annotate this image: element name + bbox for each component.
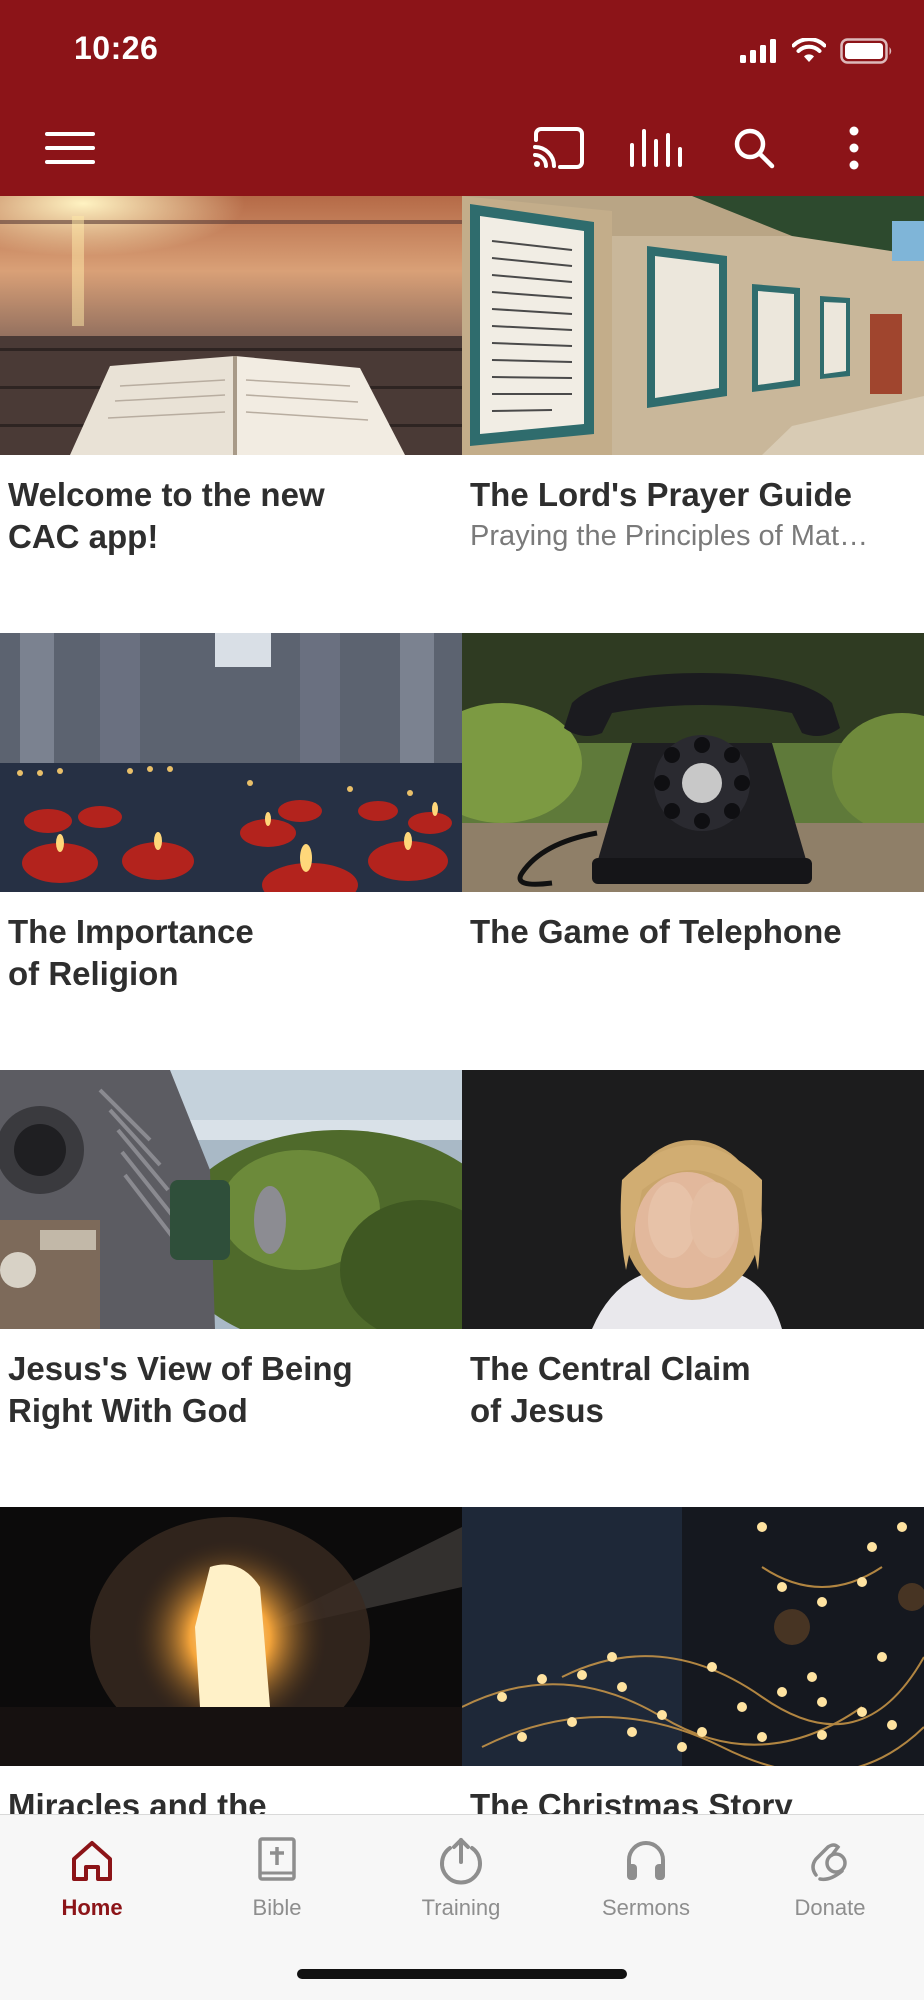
app-header: 10:26 <box>0 0 924 196</box>
cast-button[interactable] <box>528 118 588 178</box>
donate-icon <box>802 1833 858 1889</box>
tab-training[interactable]: Training <box>369 1815 553 1935</box>
more-options-button[interactable] <box>824 118 884 178</box>
tab-bible-label: Bible <box>252 1895 302 1920</box>
bible-icon <box>249 1833 305 1889</box>
wifi-icon <box>792 38 826 62</box>
status-time: 10:26 <box>74 30 159 66</box>
tab-donate[interactable]: Donate <box>738 1815 922 1935</box>
training-icon <box>433 1833 489 1889</box>
audio-button[interactable] <box>626 118 686 178</box>
headphones-icon <box>618 1833 674 1889</box>
more-vertical-icon <box>849 126 859 170</box>
card-image-rotary-telephone <box>462 633 924 892</box>
tab-bible[interactable]: Bible <box>185 1815 369 1935</box>
card-title: The Lord's Prayer Guide <box>470 476 852 513</box>
card-image-string-lights <box>462 1507 924 1766</box>
search-button[interactable] <box>724 118 784 178</box>
tab-donate-label: Donate <box>794 1895 866 1920</box>
tab-sermons[interactable]: Sermons <box>554 1815 738 1935</box>
search-icon <box>734 128 775 169</box>
card-title: The Importance of Religion <box>8 913 254 992</box>
cellular-signal-icon <box>740 39 776 63</box>
home-icon <box>64 1833 120 1889</box>
status-icons <box>740 36 894 66</box>
card-title: The Game of Telephone <box>470 913 842 950</box>
card-jesus-view[interactable]: Jesus's View of Being Right With God <box>0 1070 462 1507</box>
cast-icon <box>533 127 584 169</box>
hamburger-menu-icon <box>45 132 95 164</box>
tab-sermons-label: Sermons <box>601 1895 691 1920</box>
menu-button[interactable] <box>40 118 100 178</box>
card-welcome[interactable]: Welcome to the new CAC app! <box>0 196 462 633</box>
card-title: The Central Claim of Jesus <box>470 1350 751 1429</box>
card-title: Welcome to the new CAC app! <box>8 476 325 555</box>
tab-training-label: Training <box>421 1895 501 1920</box>
card-image-sunset-bible <box>0 196 462 455</box>
tab-home[interactable]: Home <box>0 1815 184 1935</box>
card-image-coin-viewer <box>0 1070 462 1329</box>
card-image-tile-wall <box>462 196 924 455</box>
card-central-claim[interactable]: The Central Claim of Jesus <box>462 1070 924 1507</box>
card-subtitle: Praying the Principles of Mat… <box>470 520 869 552</box>
audio-levels-icon <box>630 129 682 167</box>
card-image-child-covering-face <box>462 1070 924 1329</box>
card-game-of-telephone[interactable]: The Game of Telephone <box>462 633 924 1070</box>
card-image-cave-light <box>0 1507 462 1766</box>
tab-home-label: Home <box>61 1895 123 1920</box>
battery-icon <box>840 38 892 64</box>
card-lords-prayer[interactable]: The Lord's Prayer Guide Praying the Prin… <box>462 196 924 633</box>
card-title: Jesus's View of Being Right With God <box>8 1350 353 1429</box>
card-image-church-candles <box>0 633 462 892</box>
card-importance-religion[interactable]: The Importance of Religion <box>0 633 462 1070</box>
bottom-nav: Home Bible Training Sermons Donate <box>0 1814 924 2000</box>
home-indicator[interactable] <box>297 1969 627 1979</box>
